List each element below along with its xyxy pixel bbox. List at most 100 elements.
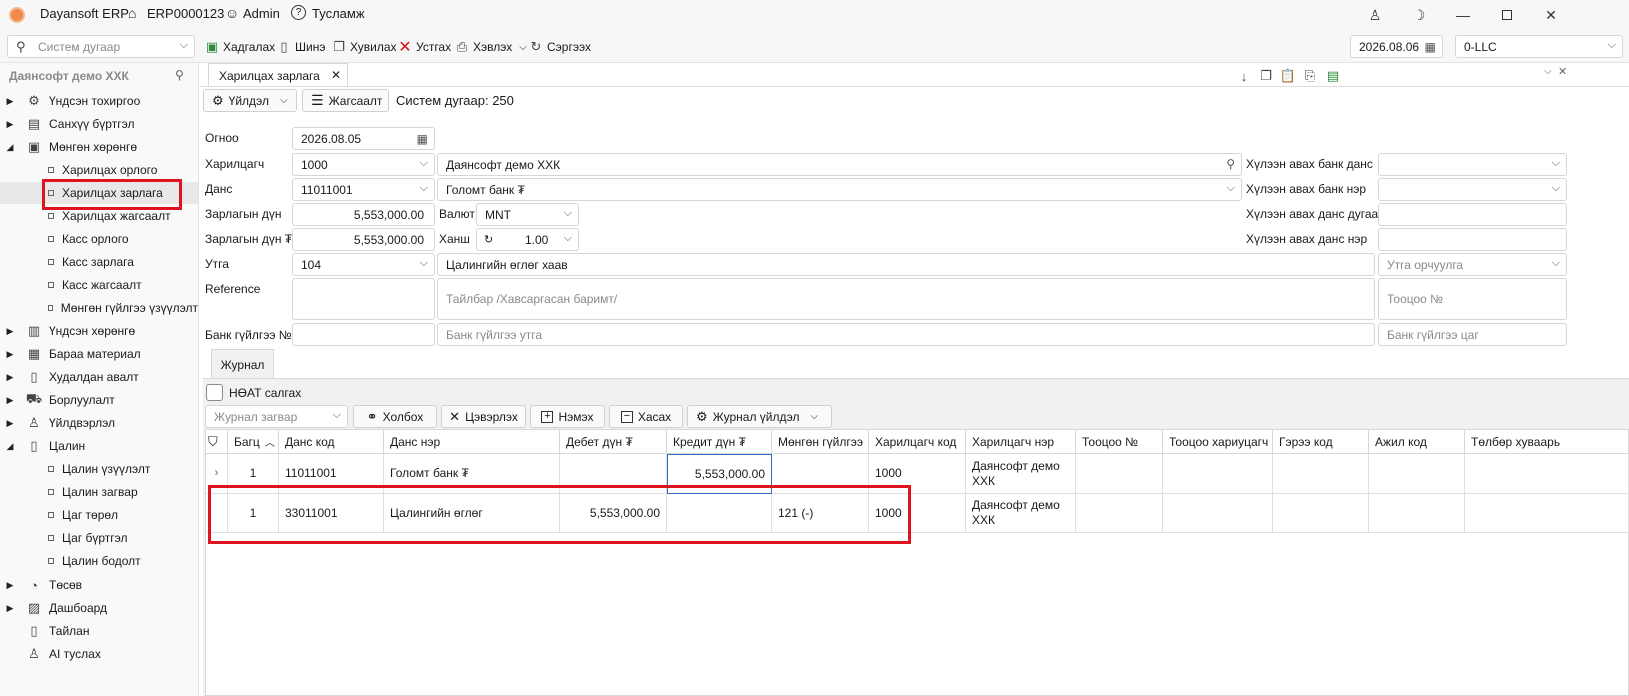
account-code-select[interactable]: 11011001 ⌵	[292, 178, 435, 201]
close-button[interactable]: ✕	[1536, 4, 1566, 26]
sidebar-item[interactable]: ◢ ▣ Мөнгөн хөрөнгө	[0, 136, 198, 158]
sidebar-item[interactable]: Цаг төрөл	[0, 504, 198, 526]
vat-checkbox[interactable]	[206, 384, 223, 401]
bank-tx-content-field[interactable]: Банк гүйлгээ утга	[437, 323, 1375, 346]
column-header-contract-code[interactable]: Гэрээ код	[1273, 430, 1369, 454]
sidebar-item[interactable]: Харилцах орлого	[0, 159, 198, 181]
expand-arrow-icon[interactable]: ▶	[3, 372, 17, 383]
filter-header[interactable]: ⛉	[206, 430, 228, 454]
column-header-debit[interactable]: Дебет дүн ₮	[560, 430, 667, 454]
close-icon[interactable]: ✕	[331, 68, 341, 82]
sidebar-item[interactable]: ▶ ◔ Төсөв	[0, 574, 198, 596]
user-icon[interactable]: ☺	[225, 5, 239, 21]
column-header-partner-code[interactable]: Харилцагч код	[869, 430, 966, 454]
clear-button[interactable]: ✕ Цэвэрлэх	[441, 405, 526, 428]
collapse-arrow-icon[interactable]: ◢	[3, 142, 17, 153]
cell-contract-code[interactable]	[1273, 494, 1369, 533]
column-header-payment-schedule[interactable]: Төлбөр хуваарь	[1465, 430, 1629, 454]
currency-select[interactable]: MNT ⌵	[476, 203, 579, 226]
sidebar-item[interactable]: Цалин загвар	[0, 481, 198, 503]
content-text-field[interactable]: Цалингийн өглөг хаав	[437, 253, 1375, 276]
sidebar-item[interactable]: Цалин үзүүлэлт	[0, 458, 198, 480]
sidebar-item[interactable]: ▶ ▤ Санхүү бүртгэл	[0, 113, 198, 135]
expand-arrow-icon[interactable]: ▶	[3, 349, 17, 360]
remove-button[interactable]: − Хасах	[609, 405, 683, 428]
add-button[interactable]: + Нэмэх	[530, 405, 605, 428]
sidebar-item[interactable]: ▶ ♙ Үйлдвэрлэл	[0, 412, 198, 434]
help-icon[interactable]: ?	[291, 5, 306, 20]
sidebar-item[interactable]: ▶ ▥ Үндсэн хөрөнгө	[0, 320, 198, 342]
new-button[interactable]: ▯ Шинэ	[276, 37, 325, 57]
column-header-credit[interactable]: Кредит дүн ₮	[667, 430, 772, 454]
column-header-account-name[interactable]: Данс нэр	[384, 430, 560, 454]
cell-job-code[interactable]	[1369, 454, 1465, 494]
column-header-partner-name[interactable]: Харилцагч нэр	[966, 430, 1076, 454]
cell-doc-owner[interactable]	[1163, 494, 1273, 533]
sidebar-item[interactable]: ▶ ⚙ Үндсэн тохиргоо	[0, 90, 198, 112]
cell-payment-schedule[interactable]	[1465, 454, 1629, 494]
pin-icon[interactable]: ⚲	[175, 68, 184, 82]
user-name[interactable]: Admin	[243, 6, 280, 21]
sidebar-item[interactable]: ▯ Тайлан	[0, 620, 198, 642]
doc-number-field[interactable]: Тооцоо №	[1378, 278, 1567, 320]
cell-job-code[interactable]	[1369, 494, 1465, 533]
sidebar-item[interactable]: ▶ ⛟ Борлуулалт	[0, 389, 198, 411]
clipboard-icon[interactable]: 📋	[1280, 68, 1296, 84]
home-icon[interactable]: ⌂	[128, 5, 136, 21]
cell-partner-name[interactable]: Даянсофт демо ХХК	[966, 454, 1076, 494]
cell-payment-schedule[interactable]	[1465, 494, 1629, 533]
bank-tx-time-field[interactable]: Банк гүйлгээ цаг	[1378, 323, 1567, 346]
account-name-select[interactable]: Голомт банк ₮ ⌵	[437, 178, 1242, 201]
partner-code-select[interactable]: 1000 ⌵	[292, 153, 435, 176]
tab-journal[interactable]: Журнал	[211, 349, 274, 379]
expand-arrow-icon[interactable]: ▶	[3, 418, 17, 429]
date-picker[interactable]: 2026.08.06 ▦	[1350, 35, 1443, 58]
link-button[interactable]: ⚭ Холбох	[353, 405, 437, 428]
list-button[interactable]: ☰ Жагсаалт	[302, 89, 389, 112]
refresh-icon[interactable]: ↻	[484, 233, 493, 246]
company-code[interactable]: ERP0000123	[147, 6, 224, 21]
cell-partner-name[interactable]: Даянсофт демо ХХК	[966, 494, 1076, 533]
expand-arrow-icon[interactable]: ▶	[3, 326, 17, 337]
cell-doc-owner[interactable]	[1163, 454, 1273, 494]
refresh-button[interactable]: ↻ Сэргээх	[528, 37, 591, 57]
expand-arrow-icon[interactable]: ▶	[3, 119, 17, 130]
maximize-button[interactable]	[1492, 4, 1522, 26]
chevron-down-icon[interactable]: ⌵	[1544, 66, 1552, 77]
amount-field[interactable]: 5,553,000.00	[292, 203, 435, 226]
expand-arrow-icon[interactable]: ▶	[3, 603, 17, 614]
branch-select[interactable]: 0-LLC ⌵	[1455, 35, 1623, 58]
recv-account-name-field[interactable]	[1378, 228, 1567, 251]
sidebar-item[interactable]: Цаг бүртгэл	[0, 527, 198, 549]
sidebar-item[interactable]: Касс зарлага	[0, 251, 198, 273]
print-button[interactable]: ⎙ Хэвлэх ⌵	[454, 37, 527, 57]
recv-bank-name-select[interactable]: ⌵	[1378, 178, 1567, 201]
sidebar-item[interactable]: Мөнгөн гүйлгээ үзүүлэлт	[0, 297, 198, 319]
partner-name-field[interactable]: Даянсофт демо ХХК ⚲	[437, 153, 1242, 176]
expand-arrow-icon[interactable]: ▶	[3, 395, 17, 406]
help-link[interactable]: Тусламж	[312, 6, 365, 21]
content-translation-select[interactable]: Утга орчуулга ⌵	[1378, 253, 1567, 276]
recv-bank-account-select[interactable]: ⌵	[1378, 153, 1567, 176]
save-button[interactable]: ▣ Хадгалах	[204, 37, 275, 57]
collapse-arrow-icon[interactable]: ◢	[3, 441, 17, 452]
copy-doc-icon[interactable]: ❐	[1258, 68, 1274, 84]
system-number-search[interactable]: ⚲ Систем дугаар ⌵	[7, 35, 195, 58]
search-icon[interactable]: ⚲	[1226, 157, 1235, 171]
journal-template-select[interactable]: Журнал загвар ⌵	[205, 405, 348, 428]
operation-button[interactable]: ⚙ Үйлдэл ⌵	[203, 89, 297, 112]
column-header-batch[interactable]: Багц ︿	[228, 430, 279, 454]
cash-register-icon[interactable]: ▤	[1325, 68, 1341, 84]
cell-contract-code[interactable]	[1273, 454, 1369, 494]
delete-button[interactable]: ✕ Устгах	[397, 37, 451, 57]
recv-account-no-field[interactable]	[1378, 203, 1567, 226]
sidebar-item[interactable]: Цалин бодолт	[0, 550, 198, 572]
sidebar-item[interactable]: ▶ ▦ Бараа материал	[0, 343, 198, 365]
date-field[interactable]: 2026.08.05 ▦	[292, 127, 435, 150]
sidebar-item[interactable]: ▶ ▨ Дашбоард	[0, 597, 198, 619]
expand-arrow-icon[interactable]: ▶	[3, 96, 17, 107]
tab-payment-expense[interactable]: Харилцах зарлага ✕	[208, 63, 348, 87]
column-header-doc-no[interactable]: Тооцоо №	[1076, 430, 1163, 454]
reference-field[interactable]	[292, 278, 435, 320]
filter-icon[interactable]: ⛉	[208, 434, 218, 450]
